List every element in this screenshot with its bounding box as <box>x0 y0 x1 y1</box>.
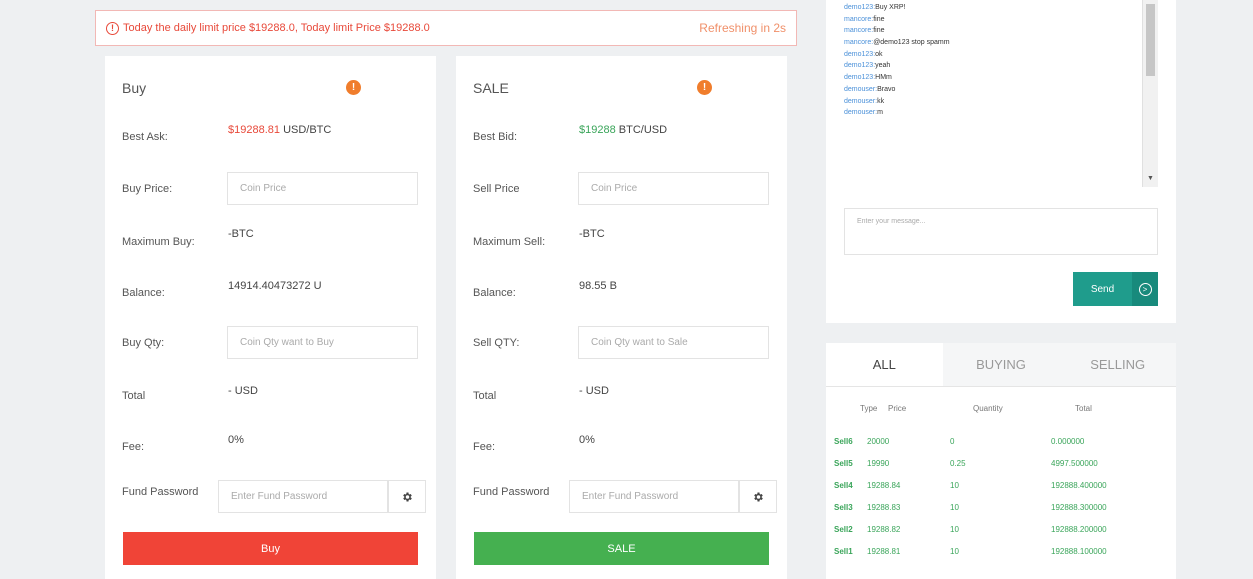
scroll-down-arrow-icon[interactable]: ▼ <box>1147 175 1154 182</box>
buy-fund-gear-button[interactable] <box>388 480 426 513</box>
buy-qty-label: Buy Qty: <box>122 337 165 349</box>
sell-balance-value: 98.55 B <box>579 280 617 292</box>
max-sell-label: Maximum Sell: <box>473 236 546 248</box>
info-icon[interactable]: ! <box>346 80 361 95</box>
buy-balance-value: 14914.40473272 U <box>228 280 322 292</box>
send-label: Send <box>1090 283 1115 295</box>
buy-total-label: Total <box>122 390 146 402</box>
buy-button[interactable]: Buy <box>123 532 418 565</box>
chat-message: demouser:kk <box>844 97 885 105</box>
buy-panel: Buy ! Best Ask: $19288.81 USD/BTC Buy Pr… <box>105 56 436 579</box>
max-buy-label: Maximum Buy: <box>122 236 195 248</box>
header-total: Total <box>1075 404 1092 413</box>
sell-price-input[interactable]: Coin Price <box>578 172 769 205</box>
tab-all[interactable]: ALL <box>826 343 943 386</box>
sell-fee-value: 0% <box>579 434 595 446</box>
table-row[interactable]: Sell6 20000 0 0.000000 <box>826 437 1176 449</box>
arrow-circle-right-icon: > <box>1138 282 1152 296</box>
table-row[interactable]: Sell4 19288.84 10 192888.400000 <box>826 481 1176 493</box>
limit-price-alert: ! Today the daily limit price $19288.0, … <box>95 10 797 46</box>
sell-fund-password-input[interactable]: Enter Fund Password <box>569 480 739 513</box>
buy-qty-input[interactable]: Coin Qty want to Buy <box>227 326 418 359</box>
alert-circle-icon: ! <box>106 21 119 35</box>
sell-qty-label: Sell QTY: <box>473 337 520 349</box>
buy-price-label: Buy Price: <box>122 183 173 195</box>
table-row[interactable]: Sell3 19288.83 10 192888.300000 <box>826 503 1176 515</box>
sell-fund-gear-button[interactable] <box>739 480 777 513</box>
best-ask-value: $19288.81 USD/BTC <box>228 124 332 136</box>
chat-message-input[interactable]: Enter your message... <box>844 208 1158 255</box>
gear-icon <box>754 492 763 501</box>
chat-message: mancore:fine <box>844 27 885 35</box>
buy-title: Buy <box>122 80 147 96</box>
gear-icon <box>403 492 412 501</box>
table-row[interactable]: Sell2 19288.82 10 192888.200000 <box>826 525 1176 537</box>
order-book: ALL BUYING SELLING Type Price Quantity T… <box>826 343 1177 579</box>
info-icon[interactable]: ! <box>697 80 712 95</box>
chat-message: demo123:yeah <box>844 62 891 70</box>
chat-message: mancore:@demo123 stop spamm <box>844 39 950 47</box>
buy-fee-label: Fee: <box>122 441 145 453</box>
sell-total-value: - USD <box>579 385 609 397</box>
buy-price-input[interactable]: Coin Price <box>227 172 418 205</box>
buy-fee-value: 0% <box>228 434 244 446</box>
chat-message: demo123:Buy XRP! <box>844 4 906 11</box>
scrollbar-thumb[interactable] <box>1146 4 1155 76</box>
buy-fund-password-input[interactable]: Enter Fund Password <box>218 480 388 513</box>
table-row[interactable]: Sell1 19288.81 10 192888.100000 <box>826 547 1176 559</box>
chat-messages[interactable]: demo123:Buy XRP! mancore:fine mancore:fi… <box>844 0 1158 190</box>
best-ask-label: Best Ask: <box>122 131 168 143</box>
chat-message: demouser:Bravo <box>844 85 896 93</box>
table-row[interactable]: Sell5 19990 0.25 4997.500000 <box>826 459 1176 471</box>
tab-selling[interactable]: SELLING <box>1059 343 1177 386</box>
chat-message: demo123:ok <box>844 50 883 58</box>
alert-message: Today the daily limit price $19288.0, To… <box>123 22 430 34</box>
sale-title: SALE <box>473 80 509 96</box>
order-table-header: Type Price Quantity Total <box>826 404 1176 416</box>
max-sell-value: -BTC <box>579 228 605 240</box>
tab-buying[interactable]: BUYING <box>942 343 1060 386</box>
chat-message: demouser:m <box>844 109 883 117</box>
sale-panel: SALE ! Best Bid: $19288 BTC/USD Sell Pri… <box>456 56 787 579</box>
sell-total-label: Total <box>473 390 497 402</box>
header-quantity: Quantity <box>973 404 1003 413</box>
header-price: Price <box>888 404 907 413</box>
buy-total-value: - USD <box>228 385 258 397</box>
order-tabs: ALL BUYING SELLING <box>826 343 1177 387</box>
sell-price-label: Sell Price <box>473 183 520 195</box>
best-bid-value: $19288 BTC/USD <box>579 124 668 136</box>
refresh-countdown: Refreshing in 2s <box>699 21 786 35</box>
best-bid-label: Best Bid: <box>473 131 518 143</box>
buy-balance-label: Balance: <box>122 287 165 299</box>
sale-button[interactable]: SALE <box>474 532 769 565</box>
sell-balance-label: Balance: <box>473 287 516 299</box>
sell-fee-label: Fee: <box>473 441 496 453</box>
max-buy-value: -BTC <box>228 228 254 240</box>
sell-qty-input[interactable]: Coin Qty want to Sale <box>578 326 769 359</box>
send-button[interactable]: Send > <box>1073 272 1158 306</box>
buy-fund-password-label: Fund Password <box>122 486 199 498</box>
sell-fund-password-label: Fund Password <box>473 486 550 498</box>
chat-message: demo123:HMm <box>844 74 892 82</box>
header-type: Type <box>860 404 878 413</box>
chat-message: mancore:fine <box>844 15 885 23</box>
chat-scrollbar[interactable]: ▼ <box>1142 0 1158 187</box>
